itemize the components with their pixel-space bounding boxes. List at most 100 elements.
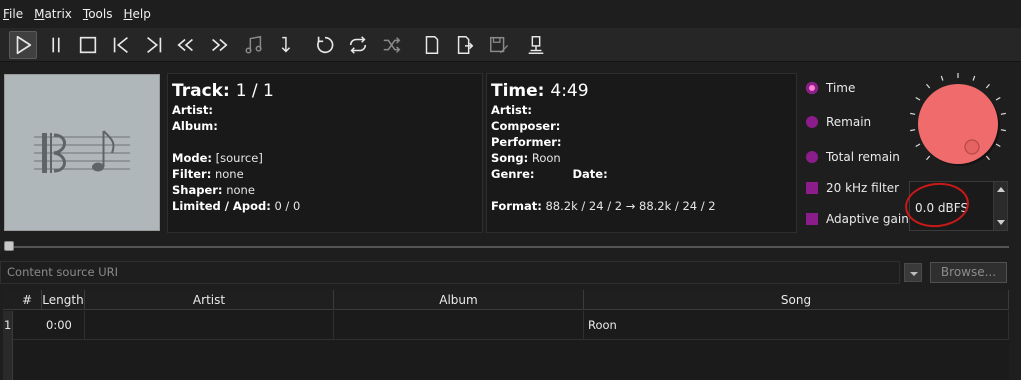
- col-length[interactable]: Length: [42, 290, 85, 310]
- col-artist[interactable]: Artist: [85, 290, 334, 310]
- menu-file-label: ile: [9, 7, 24, 21]
- menu-file[interactable]: File: [3, 7, 28, 21]
- radio-remain-indicator[interactable]: [806, 116, 818, 128]
- cell-length: 0:00: [42, 311, 85, 340]
- source-uri-placeholder: Content source URI: [7, 265, 119, 279]
- radio-total-remain[interactable]: Total remain: [806, 147, 900, 167]
- radio-time-indicator[interactable]: [806, 82, 818, 94]
- check-20khz-filter[interactable]: 20 kHz filter: [806, 178, 899, 198]
- source-uri-dropdown[interactable]: [904, 263, 922, 282]
- skip-forward-icon: [147, 37, 162, 53]
- seek-track[interactable]: [12, 246, 1009, 248]
- menu-matrix-label: atrix: [44, 7, 72, 21]
- source-uri-input[interactable]: Content source URI: [0, 261, 900, 284]
- new-playlist-button[interactable]: [418, 31, 446, 59]
- reload-button[interactable]: [311, 31, 339, 59]
- menubar: File Matrix Tools Help: [0, 0, 1021, 28]
- limited-value: 0 / 0: [274, 199, 301, 213]
- filter-row: Filter: none: [172, 166, 478, 182]
- skip-back-icon: [113, 37, 128, 53]
- document-export-icon: [457, 36, 474, 54]
- composer-label: Composer:: [491, 119, 561, 133]
- performer-row: Performer:: [491, 134, 792, 150]
- table-header: # Length Artist Album Song: [3, 290, 1009, 310]
- repeat-icon: [349, 36, 367, 54]
- speaker-stand-icon: [528, 36, 544, 54]
- toolbar: [0, 28, 1021, 62]
- play-icon: [16, 35, 32, 55]
- knob-indicator: [964, 139, 980, 155]
- fast-forward-button[interactable]: [205, 31, 233, 59]
- radio-total-remain-label: Total remain: [826, 150, 900, 164]
- limited-label: Limited / Apod:: [172, 199, 271, 213]
- radio-remain[interactable]: Remain: [806, 112, 871, 132]
- col-song[interactable]: Song: [584, 290, 1009, 310]
- format-value: 88.2k / 24 / 2 → 88.2k / 24 / 2: [545, 199, 716, 213]
- device-button[interactable]: [522, 31, 550, 59]
- check-adaptive-box[interactable]: [806, 213, 818, 225]
- rewind-button[interactable]: [172, 31, 200, 59]
- previous-track-button[interactable]: [107, 31, 135, 59]
- next-track-button[interactable]: [140, 31, 168, 59]
- play-button[interactable]: [9, 31, 37, 59]
- track-album-label: Album:: [172, 119, 218, 133]
- save-edit-icon: [490, 36, 509, 54]
- export-playlist-button[interactable]: [451, 31, 479, 59]
- return-button[interactable]: [271, 31, 299, 59]
- time-artist-row: Artist:: [491, 102, 792, 118]
- pause-icon: [52, 37, 60, 53]
- fast-forward-icon: [212, 38, 228, 52]
- col-album[interactable]: Album: [334, 290, 584, 310]
- menu-matrix[interactable]: Matrix: [34, 7, 77, 21]
- browse-button[interactable]: Browse...: [930, 262, 1007, 283]
- song-label: Song:: [491, 151, 529, 165]
- filter-label: Filter:: [172, 167, 212, 181]
- song-row: Song: Roon: [491, 150, 792, 166]
- time-heading: Time: 4:49: [491, 80, 792, 102]
- menu-help[interactable]: Help: [123, 7, 155, 21]
- composer-row: Composer:: [491, 118, 792, 134]
- col-number[interactable]: #: [13, 290, 42, 310]
- radio-time-label: Time: [826, 81, 856, 95]
- track-album-row: Album:: [172, 118, 478, 134]
- shaper-row: Shaper: none: [172, 182, 478, 198]
- stop-button[interactable]: [74, 31, 102, 59]
- volume-knob[interactable]: [906, 70, 1010, 174]
- spin-arrows-icon: [997, 187, 1005, 225]
- radio-time[interactable]: Time: [806, 78, 855, 98]
- mode-value: [source]: [215, 151, 263, 165]
- time-artist-label: Artist:: [491, 103, 532, 117]
- row-header-1[interactable]: 1: [4, 311, 11, 340]
- seek-slider[interactable]: [4, 240, 1009, 254]
- music-note-icon: [245, 35, 262, 54]
- check-20khz-label: 20 kHz filter: [826, 181, 900, 195]
- menu-tools[interactable]: Tools: [83, 7, 118, 21]
- track-artist-row: Artist:: [172, 102, 478, 118]
- time-label: Time:: [491, 81, 545, 101]
- gain-spin-arrows[interactable]: [993, 182, 1007, 230]
- check-adaptive-gain[interactable]: Adaptive gain: [806, 209, 909, 229]
- music-button[interactable]: [240, 31, 268, 59]
- cell-album: [334, 311, 584, 340]
- performer-label: Performer:: [491, 135, 562, 149]
- pause-button[interactable]: [42, 31, 70, 59]
- check-20khz-box[interactable]: [806, 182, 818, 194]
- seek-handle[interactable]: [4, 241, 14, 251]
- album-art: [4, 74, 160, 231]
- song-value: Roon: [531, 151, 561, 165]
- shuffle-button[interactable]: [378, 31, 406, 59]
- repeat-button[interactable]: [344, 31, 372, 59]
- check-adaptive-label: Adaptive gain: [826, 212, 909, 226]
- table-row[interactable]: 0:00 Roon: [13, 311, 1009, 340]
- radio-remain-label: Remain: [826, 115, 872, 129]
- radio-total-remain-indicator[interactable]: [806, 151, 818, 163]
- time-value: 4:49: [550, 81, 589, 101]
- save-edit-button[interactable]: [485, 31, 513, 59]
- knob-body[interactable]: [918, 84, 998, 164]
- time-info-panel: Time: 4:49 Artist: Composer: Performer: …: [486, 73, 797, 233]
- cell-song: Roon: [584, 311, 1009, 340]
- shaper-value: none: [226, 183, 255, 197]
- format-row: Format: 88.2k / 24 / 2 → 88.2k / 24 / 2: [491, 198, 792, 214]
- chevron-down-icon: [910, 272, 918, 276]
